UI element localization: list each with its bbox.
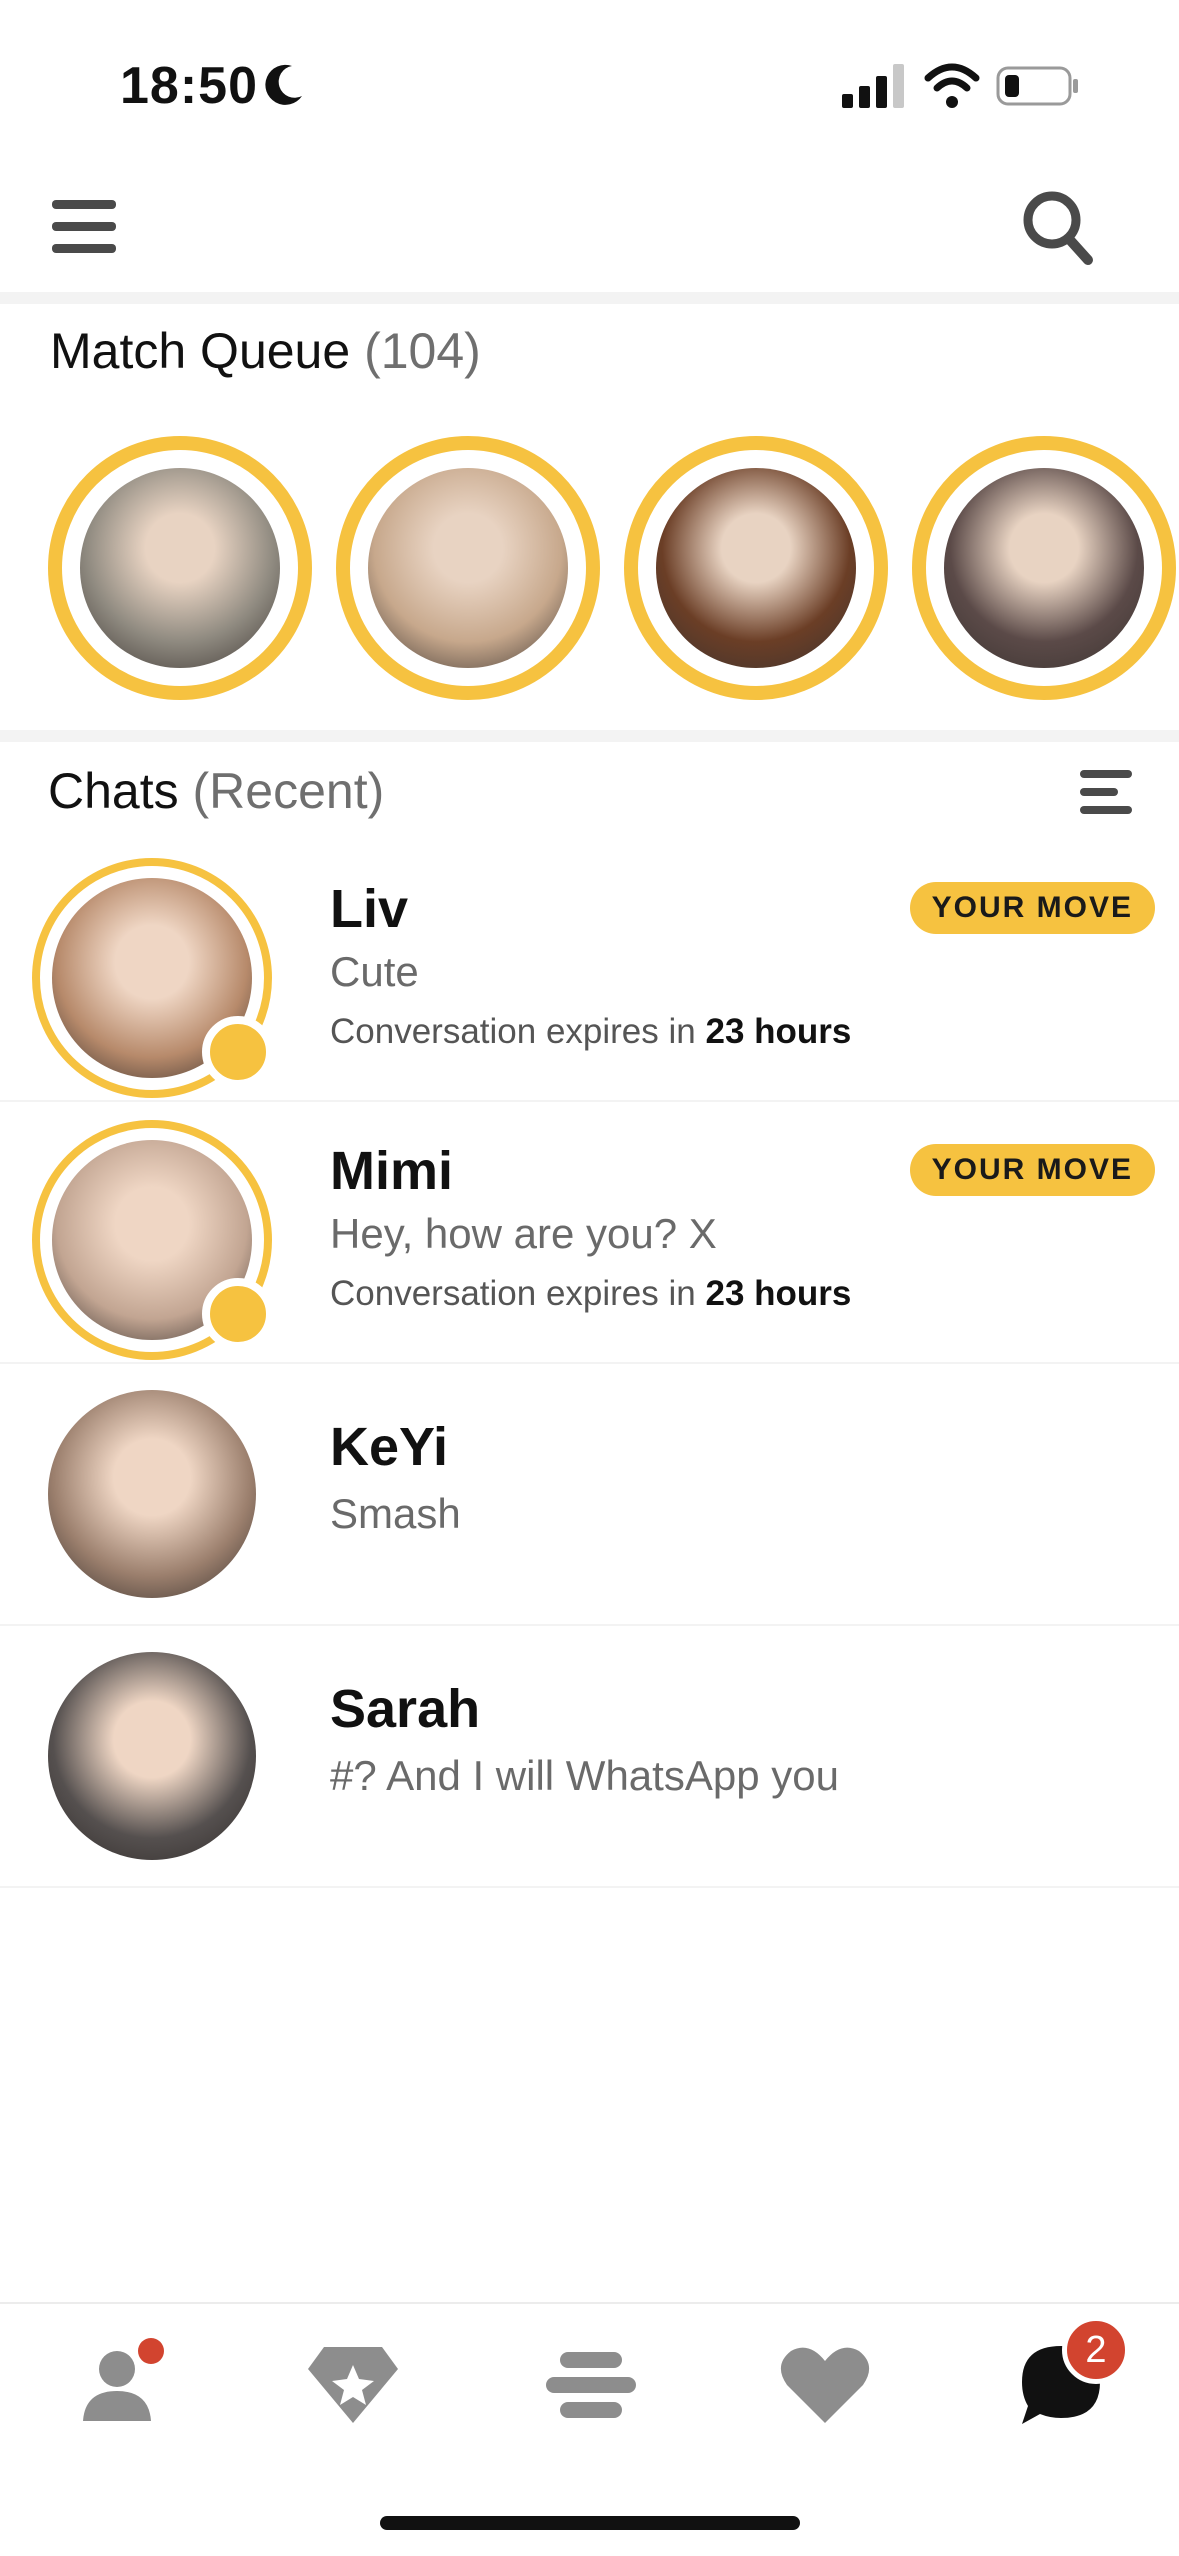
section-divider [0, 730, 1179, 742]
online-status-dot [202, 1278, 274, 1350]
cellular-signal-icon [842, 64, 904, 108]
profile-notification-dot [138, 2338, 164, 2364]
match-queue-profile[interactable] [624, 436, 888, 700]
moon-icon [265, 64, 302, 105]
bottom-nav-divider [0, 2302, 1179, 2304]
match-queue-count: (104) [364, 323, 481, 379]
chat-name: Mimi [330, 1141, 454, 1201]
chats-subtitle: (Recent) [192, 763, 385, 819]
header-divider [0, 292, 1179, 304]
expiry-prefix: Conversation expires in [330, 1012, 696, 1051]
status-time: 18:50 [120, 57, 258, 115]
chat-row-keyi[interactable]: KeYi Smash [0, 1362, 1179, 1626]
discover-icon [308, 2347, 398, 2423]
home-indicator[interactable] [380, 2516, 800, 2530]
chat-preview: Hey, how are you? X [330, 1210, 717, 1257]
chats-label: Chats [48, 763, 179, 819]
chats-title: Chats (Recent) [48, 762, 384, 820]
match-queue-title: Match Queue (104) [50, 322, 481, 380]
nav-likes[interactable] [770, 2330, 880, 2440]
chat-expiry: Conversation expires in 23 hours [330, 1274, 851, 1314]
expiry-value: 23 hours [705, 1012, 852, 1051]
online-status-dot [202, 1016, 274, 1088]
avatar [48, 1652, 256, 1860]
match-queue-profile[interactable] [48, 436, 312, 700]
match-queue-photo [656, 468, 856, 668]
match-queue-photo [80, 468, 280, 668]
likes-icon [780, 2347, 870, 2423]
hamburger-icon[interactable] [52, 198, 116, 256]
chat-row-mimi[interactable]: Mimi Hey, how are you? X Conversation ex… [0, 1100, 1179, 1364]
avatar [48, 1390, 256, 1598]
chat-preview: #? And I will WhatsApp you [330, 1752, 839, 1799]
chat-preview: Cute [330, 948, 419, 995]
your-move-badge: YOUR MOVE [909, 882, 1155, 934]
match-queue-profile[interactable] [912, 436, 1176, 700]
match-queue-profile[interactable] [336, 436, 600, 700]
match-queue-photo [368, 468, 568, 668]
chat-name: Sarah [330, 1679, 481, 1739]
nav-discover[interactable] [298, 2330, 408, 2440]
chat-name: KeYi [330, 1417, 449, 1477]
expiry-prefix: Conversation expires in [330, 1274, 696, 1313]
chat-row-liv[interactable]: Liv Cute Conversation expires in 23 hour… [0, 838, 1179, 1102]
sort-filter-icon[interactable] [1080, 768, 1132, 816]
chat-preview: Smash [330, 1490, 461, 1537]
chat-name: Liv [330, 879, 409, 939]
your-move-badge: YOUR MOVE [909, 1144, 1155, 1196]
nav-bumble-hive[interactable] [536, 2330, 646, 2440]
expiry-value: 23 hours [705, 1274, 852, 1313]
chats-unread-badge: 2 [1062, 2316, 1130, 2384]
chat-row-sarah[interactable]: Sarah #? And I will WhatsApp you [0, 1624, 1179, 1888]
match-queue-label: Match Queue [50, 323, 351, 379]
wifi-icon [924, 63, 980, 108]
chat-expiry: Conversation expires in 23 hours [330, 1012, 851, 1052]
battery-icon [996, 66, 1078, 106]
bumble-hive-icon [546, 2352, 636, 2418]
match-queue-photo [944, 468, 1144, 668]
search-icon[interactable] [1022, 190, 1094, 266]
